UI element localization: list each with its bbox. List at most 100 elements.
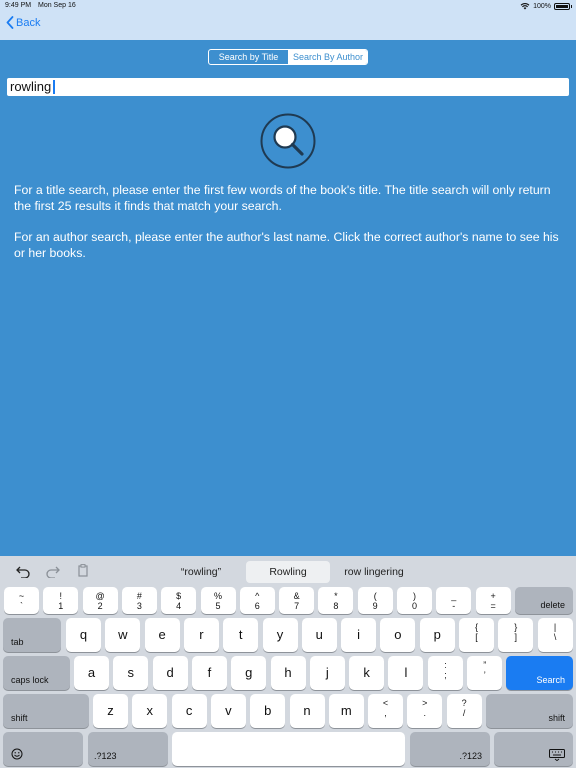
shift-left-key[interactable]: shift — [3, 694, 89, 728]
tab-key[interactable]: tab — [3, 618, 61, 652]
key--[interactable]: _ - — [436, 587, 472, 614]
key-label: t — [238, 627, 243, 642]
key-symbol-top: _ — [451, 591, 457, 601]
navigation-bar: 9:49 PM Mon Sep 16 100% Back — [0, 0, 576, 40]
key-label: f — [207, 665, 212, 680]
key-symbol-top: # — [136, 591, 142, 601]
tab-search-by-author[interactable]: Search By Author — [289, 50, 367, 64]
key-i[interactable]: i — [341, 618, 377, 652]
key-p[interactable]: p — [419, 618, 455, 652]
dismiss-keyboard-key[interactable] — [494, 732, 573, 766]
shift-right-key[interactable]: shift — [486, 694, 573, 728]
key-b[interactable]: b — [250, 694, 286, 728]
key-6[interactable]: ^ 6 — [239, 587, 275, 614]
key-sym-0[interactable]: <, — [368, 694, 403, 728]
key-symbol-bottom: 2 — [97, 601, 103, 611]
suggestion-quoted[interactable]: “rowling” — [160, 561, 242, 583]
key-e[interactable]: e — [144, 618, 180, 652]
key-n[interactable]: n — [289, 694, 325, 728]
key-m[interactable]: m — [328, 694, 364, 728]
key-k[interactable]: k — [349, 656, 385, 690]
key-`[interactable]: ~ ` — [4, 587, 39, 614]
key-punct-0[interactable]: :; — [428, 656, 463, 690]
key-label: b — [264, 703, 272, 718]
wifi-icon — [520, 3, 530, 10]
key-[[interactable]: {[ — [459, 618, 494, 652]
emoji-key[interactable] — [3, 732, 83, 766]
back-button[interactable]: Back — [6, 16, 40, 29]
key-x[interactable]: x — [132, 694, 168, 728]
key-0[interactable]: ) 0 — [397, 587, 432, 614]
key-y[interactable]: y — [262, 618, 298, 652]
paste-icon[interactable] — [75, 564, 91, 578]
key-l[interactable]: l — [388, 656, 424, 690]
key-label: Search — [536, 675, 565, 685]
key-sym-2[interactable]: ? / — [446, 694, 482, 728]
key-=[interactable]: + = — [475, 587, 511, 614]
key-\[interactable]: | \ — [537, 618, 573, 652]
key-label: q — [79, 627, 88, 642]
key-][interactable]: }] — [498, 618, 534, 652]
key-c[interactable]: c — [171, 694, 207, 728]
key-symbol-bottom: ; — [444, 670, 447, 680]
key-symbol-bottom: / — [462, 708, 466, 718]
key-5[interactable]: % 5 — [200, 587, 236, 614]
key-symbol-bottom: 6 — [254, 601, 260, 611]
status-time: 9:49 PM — [5, 2, 32, 9]
key-symbol-top: } — [514, 622, 518, 632]
key-f[interactable]: f — [191, 656, 227, 690]
key-label: c — [185, 703, 193, 718]
key-s[interactable]: s — [113, 656, 149, 690]
battery-icon — [554, 2, 572, 10]
key-g[interactable]: g — [231, 656, 267, 690]
key-j[interactable]: j — [309, 656, 345, 690]
back-label: Back — [16, 16, 41, 29]
search-mode-segmented-control: Search by Title Search By Author — [208, 49, 368, 65]
delete-key[interactable]: delete — [515, 587, 573, 614]
key-1[interactable]: ! 1 — [43, 587, 79, 614]
key-symbol-bottom: \ — [553, 632, 557, 642]
numbers-key-right[interactable]: .?123 — [410, 732, 490, 766]
key-label: l — [404, 665, 408, 680]
key-symbol-bottom: ] — [514, 632, 518, 642]
key-z[interactable]: z — [93, 694, 128, 728]
key-label: delete — [540, 600, 565, 610]
key-7[interactable]: & 7 — [279, 587, 315, 614]
search-key[interactable]: Search — [506, 656, 573, 690]
caps-lock-key[interactable]: caps lock — [3, 656, 70, 690]
key-punct-1[interactable]: ”’ — [467, 656, 503, 690]
key-3[interactable]: #3 — [121, 587, 157, 614]
key-u[interactable]: u — [301, 618, 337, 652]
key-2[interactable]: @2 — [82, 587, 118, 614]
key-h[interactable]: h — [270, 656, 306, 690]
key-label: s — [127, 665, 135, 680]
redo-icon[interactable] — [45, 564, 61, 578]
key-label: m — [340, 703, 352, 718]
key-d[interactable]: d — [152, 656, 188, 690]
key-symbol-top: & — [293, 591, 300, 601]
tab-search-by-title[interactable]: Search by Title — [209, 50, 289, 64]
key-4[interactable]: $4 — [161, 587, 197, 614]
space-key[interactable] — [172, 732, 405, 766]
suggestion-row-lingering[interactable]: row lingering — [334, 561, 414, 583]
key-sym-1[interactable]: >. — [407, 694, 443, 728]
undo-icon[interactable] — [15, 564, 31, 578]
key-q[interactable]: q — [66, 618, 101, 652]
key-a[interactable]: a — [74, 656, 109, 690]
key-v[interactable]: v — [210, 694, 246, 728]
key-8[interactable]: * 8 — [318, 587, 354, 614]
key-symbol-bottom: 4 — [176, 601, 182, 611]
key-r[interactable]: r — [183, 618, 219, 652]
key-symbol-top: ) — [413, 591, 416, 601]
key-label: g — [245, 665, 253, 680]
numbers-key-left[interactable]: .?123 — [88, 732, 168, 766]
key-o[interactable]: o — [380, 618, 416, 652]
key-symbol-bottom: 5 — [215, 601, 221, 611]
key-label: e — [158, 627, 166, 642]
suggestion-rowling[interactable]: Rowling — [246, 561, 330, 583]
key-9[interactable]: (9 — [357, 587, 393, 614]
search-input[interactable] — [7, 78, 569, 96]
key-t[interactable]: t — [223, 618, 259, 652]
key-w[interactable]: w — [105, 618, 141, 652]
key-symbol-top: ? — [461, 698, 467, 708]
